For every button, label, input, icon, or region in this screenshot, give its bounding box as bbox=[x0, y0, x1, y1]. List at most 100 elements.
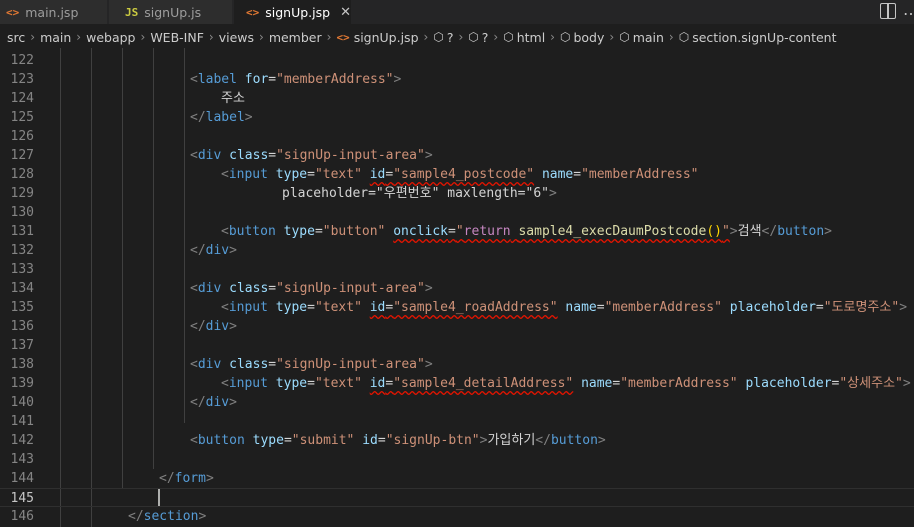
code-line[interactable]: 134 <div class="signUp-input-area"> bbox=[0, 279, 914, 298]
line-number: 125 bbox=[10, 110, 34, 125]
code-text: </div> bbox=[190, 243, 237, 258]
jsp-file-icon: <> bbox=[246, 5, 260, 19]
chevron-right-icon: › bbox=[76, 30, 82, 44]
tab-signup-js[interactable]: JS signUp.js bbox=[109, 0, 233, 24]
code-line[interactable]: 124 주소 bbox=[0, 89, 914, 108]
breadcrumb-item-label: body bbox=[573, 29, 605, 45]
code-line[interactable]: 123 <label for="memberAddress"> bbox=[0, 70, 914, 89]
breadcrumb-item-section[interactable]: ⬡ section.signUp-content bbox=[679, 30, 837, 45]
line-number: 128 bbox=[10, 167, 34, 182]
text-cursor bbox=[158, 489, 160, 506]
code-line[interactable]: 143 bbox=[0, 450, 914, 469]
code-line[interactable]: 142 <button type="submit" id="signUp-btn"… bbox=[0, 431, 914, 450]
more-actions-icon[interactable]: … bbox=[903, 0, 914, 24]
breadcrumb-item-web-inf[interactable]: WEB-INF bbox=[150, 30, 204, 45]
line-number: 139 bbox=[10, 376, 34, 391]
code-line[interactable]: 137 bbox=[0, 336, 914, 355]
breadcrumb-item-views[interactable]: views bbox=[219, 30, 254, 45]
line-number: 126 bbox=[10, 129, 34, 144]
code-text: 주소 bbox=[221, 91, 245, 106]
close-icon[interactable]: ✕ bbox=[340, 5, 351, 20]
symbol-cube-icon: ⬡ bbox=[468, 30, 479, 44]
jsp-file-icon: <> bbox=[336, 30, 350, 44]
chevron-right-icon: › bbox=[259, 30, 264, 44]
code-line[interactable]: 129 placeholder="우편번호" maxlength="6"> bbox=[0, 184, 914, 203]
code-editor[interactable]: 122 123 <label for="memberAddress"> 124 주소 12… bbox=[0, 48, 914, 527]
chevron-right-icon: › bbox=[493, 30, 499, 44]
line-number: 145 bbox=[10, 491, 34, 506]
line-number: 140 bbox=[10, 395, 34, 410]
line-number: 143 bbox=[10, 452, 34, 467]
code-line[interactable]: 140 </div> bbox=[0, 393, 914, 412]
tab-signup-jsp[interactable]: <> signUp.jsp ✕ bbox=[234, 0, 352, 24]
code-line[interactable]: 128 <input type="text" id="sample4_postco… bbox=[0, 165, 914, 184]
code-line[interactable]: 146 </section> bbox=[0, 507, 914, 526]
chevron-right-icon: › bbox=[326, 30, 332, 44]
code-line[interactable]: 125 </label> bbox=[0, 108, 914, 127]
symbol-cube-icon: ⬡ bbox=[503, 30, 514, 44]
breadcrumb-item-member[interactable]: member bbox=[269, 30, 322, 45]
line-number: 135 bbox=[10, 300, 34, 315]
breadcrumb-item-label: section.signUp-content bbox=[692, 29, 837, 45]
chevron-right-icon: › bbox=[458, 30, 464, 44]
breadcrumb-item-webapp[interactable]: webapp bbox=[86, 30, 135, 45]
code-line[interactable]: 132 </div> bbox=[0, 241, 914, 260]
code-line[interactable]: 122 bbox=[0, 51, 914, 70]
jsp-file-icon: <> bbox=[6, 5, 20, 19]
code-line[interactable]: 135 <input type="text" id="sample4_roadAd… bbox=[0, 298, 914, 317]
line-number: 144 bbox=[10, 471, 34, 486]
code-text: <div class="signUp-input-area"> bbox=[190, 357, 433, 372]
breadcrumb-item-html[interactable]: ⬡ html bbox=[503, 30, 545, 45]
code-line[interactable]: 144 </form> bbox=[0, 469, 914, 488]
line-number: 132 bbox=[10, 243, 34, 258]
code-line[interactable]: 130 bbox=[0, 203, 914, 222]
js-file-icon: JS bbox=[125, 5, 139, 19]
breadcrumb-item-main[interactable]: main bbox=[40, 30, 71, 45]
breadcrumb-item-src[interactable]: src bbox=[7, 30, 25, 45]
code-line[interactable]: 131 <button type="button" onclick="return… bbox=[0, 222, 914, 241]
split-editor-icon[interactable] bbox=[880, 3, 896, 19]
chevron-right-icon: › bbox=[550, 30, 555, 44]
breadcrumb-item-body[interactable]: ⬡ body bbox=[560, 30, 604, 45]
chevron-right-icon: › bbox=[668, 30, 674, 44]
symbol-cube-icon: ⬡ bbox=[619, 30, 630, 44]
breadcrumb-item-unknown-1[interactable]: ⬡ ? bbox=[433, 30, 453, 45]
line-number: 138 bbox=[10, 357, 34, 372]
breadcrumb-item-label: ? bbox=[481, 29, 489, 45]
symbol-cube-icon: ⬡ bbox=[559, 30, 571, 44]
breadcrumb: src › main › webapp › WEB-INF › views › … bbox=[0, 26, 914, 48]
code-line[interactable]: 126 bbox=[0, 127, 914, 146]
code-line[interactable]: 139 <input type="text" id="sample4_detail… bbox=[0, 374, 914, 393]
line-number: 123 bbox=[10, 72, 34, 87]
code-line[interactable]: 127 <div class="signUp-input-area"> bbox=[0, 146, 914, 165]
chevron-right-icon: › bbox=[208, 30, 214, 44]
code-line[interactable]: 141 bbox=[0, 412, 914, 431]
chevron-right-icon: › bbox=[423, 30, 429, 44]
breadcrumb-item-unknown-2[interactable]: ⬡ ? bbox=[468, 30, 488, 45]
breadcrumb-item-file[interactable]: <> signUp.jsp bbox=[336, 30, 418, 45]
line-number: 136 bbox=[10, 319, 34, 334]
tab-label: signUp.jsp bbox=[265, 4, 331, 20]
code-text: </div> bbox=[190, 319, 237, 334]
line-number: 137 bbox=[10, 338, 34, 353]
breadcrumb-file-label: signUp.jsp bbox=[353, 29, 419, 45]
code-line[interactable]: 138 <div class="signUp-input-area"> bbox=[0, 355, 914, 374]
breadcrumb-item-label: html bbox=[516, 29, 546, 45]
line-number: 124 bbox=[10, 91, 34, 106]
code-line[interactable]: 133 bbox=[0, 260, 914, 279]
code-text: <input type="text" id="sample4_postcode"… bbox=[221, 167, 699, 182]
line-number: 127 bbox=[10, 148, 34, 163]
code-line[interactable]: 145 bbox=[0, 488, 914, 507]
line-number: 122 bbox=[10, 53, 34, 68]
code-text: <button type="submit" id="signUp-btn">가입… bbox=[190, 433, 606, 448]
tab-label: signUp.js bbox=[144, 4, 202, 20]
breadcrumb-item-main-element[interactable]: ⬡ main bbox=[619, 30, 664, 45]
code-line[interactable]: 136 </div> bbox=[0, 317, 914, 336]
breadcrumb-item-label: main bbox=[632, 29, 664, 45]
code-text: <button type="button" onclick="return sa… bbox=[221, 224, 832, 239]
tab-main-jsp[interactable]: <> main.jsp bbox=[0, 0, 108, 24]
code-text: </form> bbox=[159, 471, 214, 486]
line-number: 131 bbox=[10, 224, 34, 239]
code-text: <div class="signUp-input-area"> bbox=[190, 281, 433, 296]
line-number: 146 bbox=[10, 509, 34, 524]
